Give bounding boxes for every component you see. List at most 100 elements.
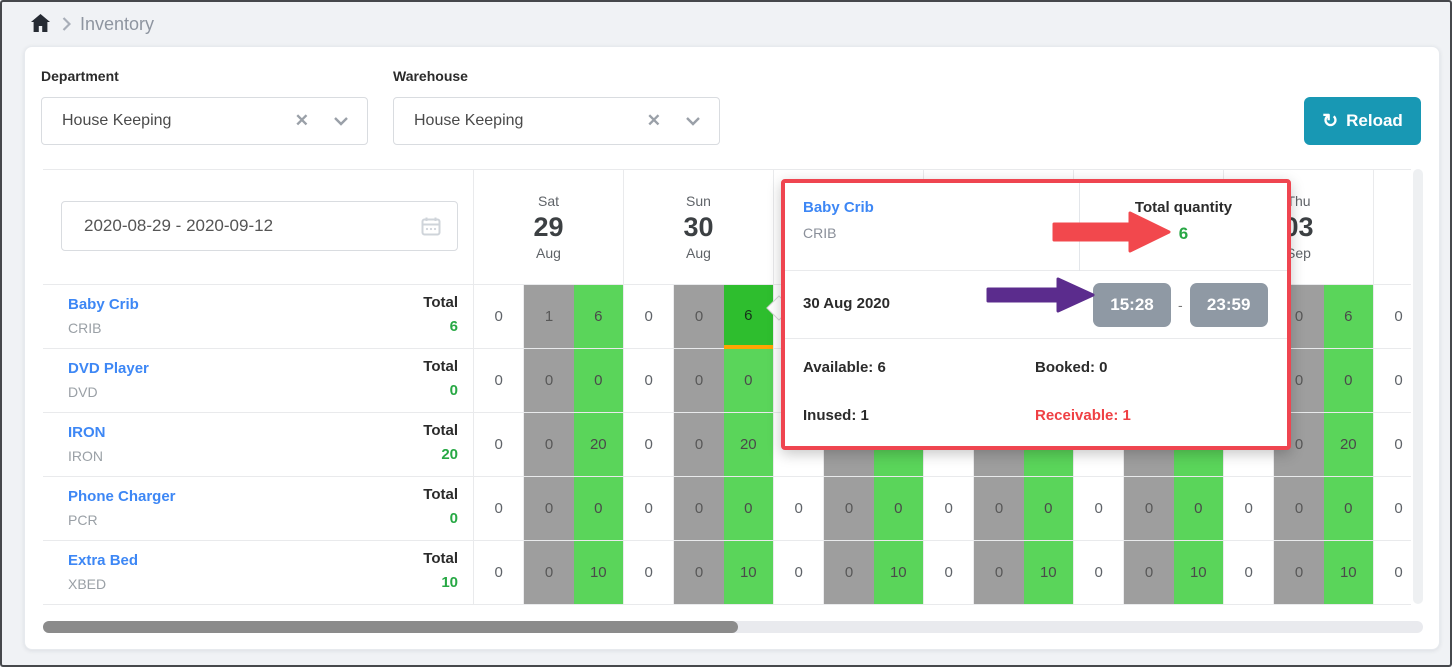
inventory-cell[interactable]: 0 (574, 349, 623, 413)
inventory-cell[interactable]: 10 (724, 541, 773, 605)
inventory-cell[interactable]: 1 (524, 285, 573, 349)
vertical-scrollbar[interactable] (1413, 169, 1423, 604)
chevron-down-icon[interactable] (685, 116, 701, 126)
department-select[interactable]: House Keeping ✕ (41, 97, 368, 145)
inventory-cell[interactable]: 0 (1324, 477, 1373, 541)
calendar-icon[interactable] (421, 216, 441, 236)
horizontal-scrollbar-track[interactable] (43, 621, 1423, 633)
inventory-cell[interactable]: 0 (724, 349, 773, 413)
home-icon[interactable] (30, 13, 51, 33)
popup-item-link[interactable]: Baby Crib (803, 199, 874, 216)
chevron-down-icon[interactable] (333, 116, 349, 126)
inventory-cell[interactable]: 0 (924, 477, 974, 541)
grid-row: 000 (624, 349, 773, 413)
inventory-cell[interactable]: 0 (624, 413, 674, 477)
inventory-cell[interactable]: 0 (674, 285, 723, 349)
clear-icon[interactable]: ✕ (647, 111, 661, 131)
grid-row: 0 (1374, 285, 1411, 349)
grid-row: 006 (624, 285, 773, 349)
inventory-cell[interactable]: 0 (874, 477, 923, 541)
inventory-cell[interactable]: 0 (774, 541, 824, 605)
inventory-cell[interactable]: 0 (1374, 541, 1411, 605)
grid-row: 0020 (624, 413, 773, 477)
grid-row: 0010 (774, 541, 923, 605)
inventory-cell[interactable]: 0 (624, 477, 674, 541)
inventory-cell[interactable]: 0 (1074, 541, 1124, 605)
item-rows: Baby CribCRIBTotal6DVD PlayerDVDTotal0IR… (43, 285, 473, 605)
inventory-cell[interactable]: 0 (1324, 349, 1373, 413)
inventory-cell[interactable]: 6 (1324, 285, 1373, 349)
item-name-link[interactable]: Extra Bed (68, 552, 138, 569)
inventory-cell[interactable]: 0 (1274, 541, 1323, 605)
grid-row: 0010 (1074, 541, 1223, 605)
inventory-cell[interactable]: 0 (1374, 477, 1411, 541)
inventory-cell[interactable]: 0 (1074, 477, 1124, 541)
item-code: IRON (68, 448, 103, 464)
inventory-cell[interactable]: 0 (1224, 541, 1274, 605)
inventory-cell[interactable]: 0 (474, 477, 524, 541)
inventory-cell[interactable]: 10 (874, 541, 923, 605)
inventory-cell[interactable]: 0 (1374, 413, 1411, 477)
inventory-cell[interactable]: 0 (1124, 477, 1173, 541)
inventory-cell[interactable]: 0 (624, 541, 674, 605)
inventory-cell[interactable]: 10 (1324, 541, 1373, 605)
inventory-cell[interactable]: 0 (1124, 541, 1173, 605)
clear-icon[interactable]: ✕ (295, 111, 309, 131)
grid-row: 0 (1374, 349, 1411, 413)
date-range-cell: 2020-08-29 - 2020-09-12 (43, 170, 473, 285)
inventory-cell[interactable]: 0 (1224, 477, 1274, 541)
item-name-link[interactable]: DVD Player (68, 360, 149, 377)
inventory-cell[interactable]: 0 (524, 349, 573, 413)
inventory-cell[interactable]: 0 (474, 285, 524, 349)
inventory-cell[interactable]: 0 (624, 285, 674, 349)
inventory-cell[interactable]: 0 (624, 349, 674, 413)
item-name-link[interactable]: IRON (68, 424, 106, 441)
warehouse-select[interactable]: House Keeping ✕ (393, 97, 720, 145)
inventory-cell[interactable]: 0 (974, 477, 1023, 541)
inventory-cell[interactable]: 0 (974, 541, 1023, 605)
inventory-cell[interactable]: 0 (1174, 477, 1223, 541)
inventory-cell[interactable]: 0 (674, 541, 723, 605)
grid-row: 016 (474, 285, 623, 349)
popup-total-quantity: Total quantity 6 (1079, 183, 1287, 271)
inventory-cell[interactable]: 0 (524, 477, 573, 541)
inventory-cell[interactable]: 0 (774, 477, 824, 541)
table-row: IRONIRONTotal20 (43, 413, 473, 477)
inventory-cell[interactable]: 0 (1024, 477, 1073, 541)
inventory-cell[interactable]: 0 (674, 413, 723, 477)
inventory-cell[interactable]: 10 (574, 541, 623, 605)
popup-date: 30 Aug 2020 (803, 295, 890, 312)
inventory-cell[interactable]: 10 (1174, 541, 1223, 605)
inventory-cell[interactable]: 0 (524, 413, 573, 477)
reload-button[interactable]: ↻ Reload (1304, 97, 1421, 145)
inventory-cell[interactable]: 0 (1374, 285, 1411, 349)
item-total-label: Total (423, 422, 458, 439)
inventory-cell[interactable]: 6 (574, 285, 623, 349)
item-total-value: 10 (441, 574, 458, 591)
day-of-week: Sat (538, 193, 559, 209)
horizontal-scrollbar-thumb[interactable] (43, 621, 738, 633)
inventory-cell[interactable]: 0 (574, 477, 623, 541)
inventory-cell[interactable]: 0 (674, 349, 723, 413)
item-name-link[interactable]: Baby Crib (68, 296, 139, 313)
inventory-cell[interactable]: 0 (1374, 349, 1411, 413)
inventory-cell[interactable]: 0 (474, 541, 524, 605)
item-name-link[interactable]: Phone Charger (68, 488, 176, 505)
inventory-cell[interactable]: 10 (1024, 541, 1073, 605)
inventory-cell[interactable]: 0 (474, 349, 524, 413)
inventory-cell[interactable]: 0 (824, 541, 873, 605)
inventory-cell[interactable]: 0 (674, 477, 723, 541)
inventory-cell[interactable]: 0 (724, 477, 773, 541)
inventory-cell[interactable]: 0 (1274, 477, 1323, 541)
inventory-cell[interactable]: 0 (474, 413, 524, 477)
date-range-input[interactable]: 2020-08-29 - 2020-09-12 (61, 201, 458, 251)
grid-row: 000 (624, 477, 773, 541)
inventory-cell[interactable]: 6 (724, 285, 773, 349)
inventory-cell[interactable]: 20 (1324, 413, 1373, 477)
inventory-cell[interactable]: 0 (924, 541, 974, 605)
inventory-cell[interactable]: 0 (524, 541, 573, 605)
inventory-cell[interactable]: 20 (724, 413, 773, 477)
inventory-cell[interactable]: 0 (824, 477, 873, 541)
item-total-value: 0 (450, 510, 458, 527)
inventory-cell[interactable]: 20 (574, 413, 623, 477)
